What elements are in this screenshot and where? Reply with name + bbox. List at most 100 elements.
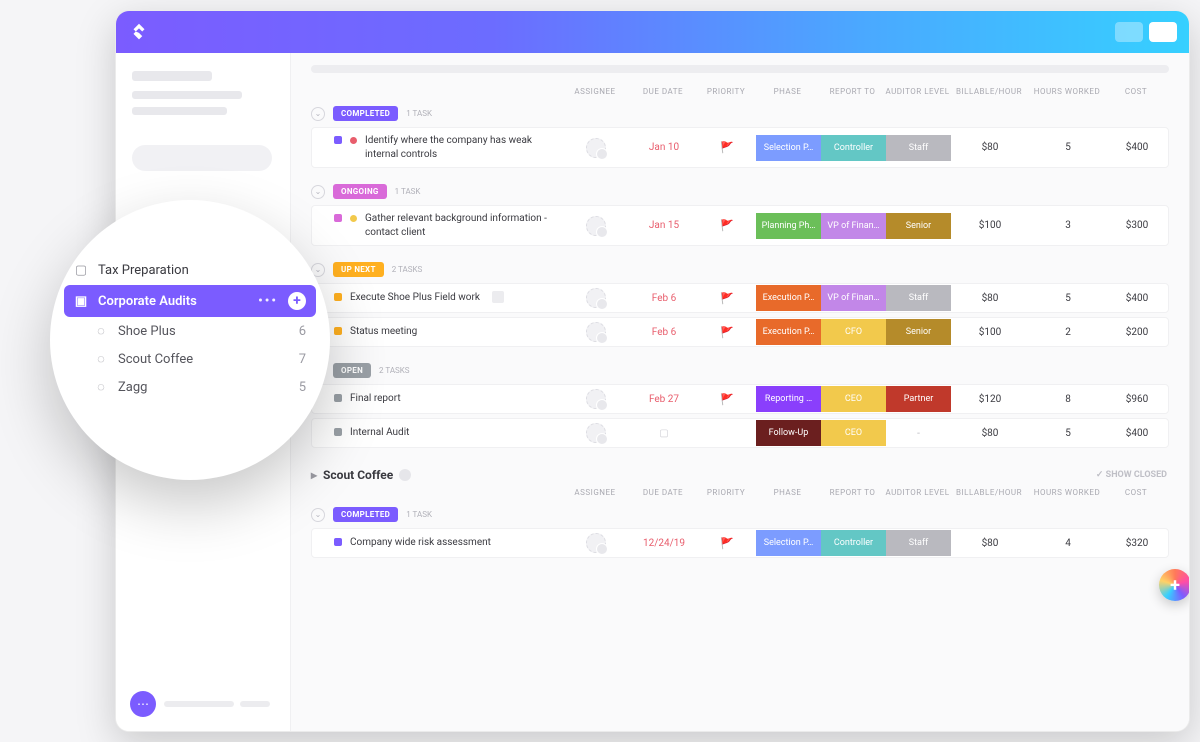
list-scout-coffee[interactable]: ◌ Scout Coffee 7 xyxy=(64,345,316,373)
status-square-icon[interactable] xyxy=(334,214,342,222)
window-minimize-button[interactable] xyxy=(1115,22,1143,42)
priority-flag-icon[interactable]: 🚩 xyxy=(698,219,756,232)
hours-worked[interactable]: 5 xyxy=(1029,428,1107,439)
list-zagg[interactable]: ◌ Zagg 5 xyxy=(64,373,316,401)
due-date[interactable]: Jan 15 xyxy=(630,220,698,231)
folder-corporate-audits[interactable]: ▣ Corporate Audits ••• + xyxy=(64,285,316,317)
cost[interactable]: $400 xyxy=(1107,428,1167,439)
window-close-button[interactable] xyxy=(1149,22,1177,42)
task-row[interactable]: Company wide risk assessment 12/24/19 🚩 … xyxy=(311,528,1169,558)
status-square-icon[interactable] xyxy=(334,327,342,335)
section-header[interactable]: ▸ Scout Coffee ✓ SHOW CLOSED xyxy=(311,468,1169,482)
status-pill[interactable]: UP NEXT xyxy=(333,262,384,277)
assignee-avatar[interactable] xyxy=(586,389,606,409)
subtask-icon[interactable] xyxy=(492,291,504,303)
folder-options-icon[interactable]: ••• xyxy=(258,294,278,309)
due-date[interactable]: 12/24/19 xyxy=(630,538,698,549)
sidebar-search-placeholder[interactable] xyxy=(132,145,272,171)
priority-flag-icon[interactable]: 🚩 xyxy=(698,326,756,339)
due-date[interactable]: Feb 27 xyxy=(630,394,698,405)
tag-staff[interactable]: Staff xyxy=(886,285,951,311)
tag-reporting[interactable]: Reporting … xyxy=(756,386,821,412)
assignee-avatar[interactable] xyxy=(586,138,606,158)
folder-tax-preparation[interactable]: ▢ Tax Preparation xyxy=(64,256,316,285)
tag-cfo[interactable]: CFO xyxy=(821,319,886,345)
status-square-icon[interactable] xyxy=(334,538,342,546)
tag-staff[interactable]: Staff xyxy=(886,530,951,556)
tag-partner[interactable]: Partner xyxy=(886,386,951,412)
status-pill[interactable]: ONGOING xyxy=(333,184,387,199)
tag-execution[interactable]: Execution P… xyxy=(756,285,821,311)
tag-vpfin[interactable]: VP of Finan… xyxy=(821,285,886,311)
task-row[interactable]: Final report Feb 27 🚩 Reporting … CEO Pa… xyxy=(311,384,1169,414)
tag-selection[interactable]: Selection P… xyxy=(756,135,821,161)
billable-rate[interactable]: $100 xyxy=(951,220,1029,231)
priority-flag-icon[interactable]: 🚩 xyxy=(698,292,756,305)
priority-flag-icon[interactable]: 🚩 xyxy=(698,537,756,550)
assignee-avatar[interactable] xyxy=(586,288,606,308)
assignee-avatar[interactable] xyxy=(586,322,606,342)
collapse-toggle-icon[interactable]: ⌄ xyxy=(311,107,325,121)
info-icon[interactable] xyxy=(399,469,411,481)
cost[interactable]: $400 xyxy=(1107,142,1167,153)
tag-planning[interactable]: Planning Ph… xyxy=(756,213,821,239)
auditor-level[interactable]: - xyxy=(886,428,951,439)
due-date[interactable]: Feb 6 xyxy=(630,327,698,338)
status-square-icon[interactable] xyxy=(334,428,342,436)
task-row[interactable]: Execute Shoe Plus Field work Feb 6 🚩 Exe… xyxy=(311,283,1169,313)
due-date[interactable]: Feb 6 xyxy=(630,293,698,304)
hours-worked[interactable]: 3 xyxy=(1029,220,1107,231)
task-row[interactable]: Identify where the company has weak inte… xyxy=(311,127,1169,168)
billable-rate[interactable]: $120 xyxy=(951,394,1029,405)
cost[interactable]: $400 xyxy=(1107,293,1167,304)
cost[interactable]: $200 xyxy=(1107,327,1167,338)
tag-senior[interactable]: Senior xyxy=(886,319,951,345)
billable-rate[interactable]: $80 xyxy=(951,293,1029,304)
assignee-avatar[interactable] xyxy=(586,423,606,443)
billable-rate[interactable]: $100 xyxy=(951,327,1029,338)
cost[interactable]: $960 xyxy=(1107,394,1167,405)
billable-rate[interactable]: $80 xyxy=(951,428,1029,439)
collapse-toggle-icon[interactable]: ⌄ xyxy=(311,508,325,522)
tag-selection[interactable]: Selection P… xyxy=(756,530,821,556)
cost[interactable]: $300 xyxy=(1107,220,1167,231)
task-row[interactable]: Internal Audit ▢ Follow-Up CEO - $80 5 $… xyxy=(311,418,1169,448)
hours-worked[interactable]: 2 xyxy=(1029,327,1107,338)
task-row[interactable]: Status meeting Feb 6 🚩 Execution P… CFO … xyxy=(311,317,1169,347)
status-square-icon[interactable] xyxy=(334,136,342,144)
tag-controller[interactable]: Controller xyxy=(821,530,886,556)
due-date[interactable]: ▢ xyxy=(630,428,698,439)
hours-worked[interactable]: 8 xyxy=(1029,394,1107,405)
collapse-toggle-icon[interactable]: ⌄ xyxy=(311,185,325,199)
status-pill[interactable]: OPEN xyxy=(333,363,371,378)
task-row[interactable]: Gather relevant background information -… xyxy=(311,205,1169,246)
hours-worked[interactable]: 5 xyxy=(1029,293,1107,304)
priority-flag-icon[interactable]: 🚩 xyxy=(698,141,756,154)
status-square-icon[interactable] xyxy=(334,394,342,402)
status-square-icon[interactable] xyxy=(334,293,342,301)
list-shoe-plus[interactable]: ◌ Shoe Plus 6 xyxy=(64,317,316,345)
hours-worked[interactable]: 5 xyxy=(1029,142,1107,153)
chat-button[interactable]: ⋯ xyxy=(130,691,156,717)
add-list-button[interactable]: + xyxy=(288,292,306,310)
priority-flag-icon[interactable]: 🚩 xyxy=(698,393,756,406)
status-pill[interactable]: COMPLETED xyxy=(333,106,398,121)
tag-controller[interactable]: Controller xyxy=(821,135,886,161)
tag-followup[interactable]: Follow-Up xyxy=(756,420,821,446)
tag-ceo[interactable]: CEO xyxy=(821,386,886,412)
billable-rate[interactable]: $80 xyxy=(951,142,1029,153)
hours-worked[interactable]: 4 xyxy=(1029,538,1107,549)
show-closed-toggle[interactable]: ✓ SHOW CLOSED xyxy=(1096,470,1167,480)
billable-rate[interactable]: $80 xyxy=(951,538,1029,549)
tag-vpfin[interactable]: VP of Finan… xyxy=(821,213,886,239)
assignee-avatar[interactable] xyxy=(586,533,606,553)
cost[interactable]: $320 xyxy=(1107,538,1167,549)
status-pill[interactable]: COMPLETED xyxy=(333,507,398,522)
tag-senior[interactable]: Senior xyxy=(886,213,951,239)
due-date[interactable]: Jan 10 xyxy=(630,142,698,153)
add-task-fab[interactable]: + xyxy=(1159,569,1189,601)
tag-staff[interactable]: Staff xyxy=(886,135,951,161)
assignee-avatar[interactable] xyxy=(586,216,606,236)
tag-ceo[interactable]: CEO xyxy=(821,420,886,446)
tag-execution[interactable]: Execution P… xyxy=(756,319,821,345)
